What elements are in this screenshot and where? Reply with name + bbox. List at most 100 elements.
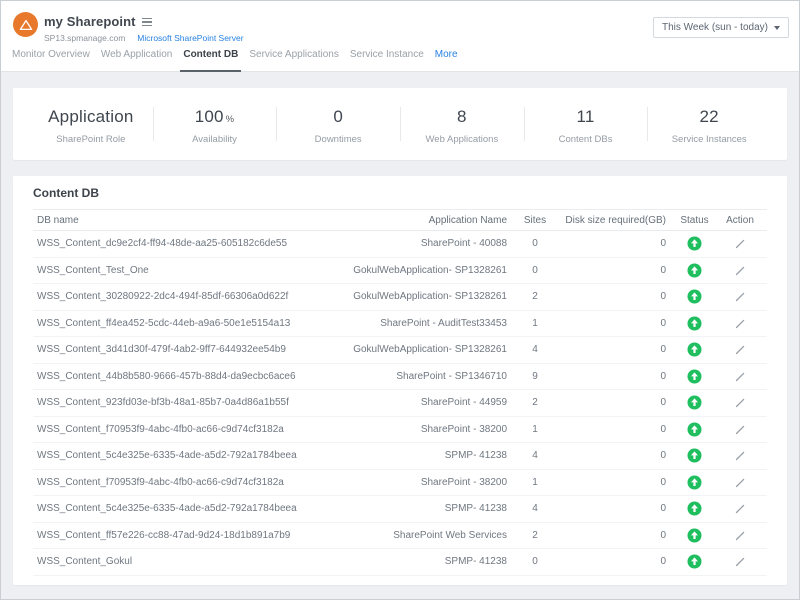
column-header-application-name: Application Name [344, 215, 507, 226]
table-row: WSS_Content_30280922-2dc4-494f-85df-6630… [33, 284, 767, 311]
time-range-select[interactable]: This Week (sun - today) [653, 17, 789, 38]
status-up-icon [666, 395, 723, 410]
stat-value: 0 [276, 107, 400, 127]
edit-action-button[interactable] [723, 555, 757, 568]
edit-action-button[interactable] [723, 290, 757, 303]
stats-summary: ApplicationSharePoint Role100%Availabili… [13, 88, 787, 160]
table-row: WSS_Content_f70953f9-4abc-4fb0-ac66-c9d7… [33, 417, 767, 444]
db-name: WSS_Content_f70953f9-4abc-4fb0-ac66-c9d7… [33, 424, 344, 435]
disk-size: 0 [563, 477, 666, 488]
table-row: WSS_Content_5c4e325e-6335-4ade-a5d2-792a… [33, 496, 767, 523]
tab-content-db[interactable]: Content DB [180, 49, 241, 72]
disk-size: 0 [563, 450, 666, 461]
edit-action-button[interactable] [723, 317, 757, 330]
status-up-icon [666, 263, 723, 278]
edit-action-button[interactable] [723, 423, 757, 436]
stat-content-dbs: 11 Content DBs [524, 104, 648, 145]
tab-service-applications[interactable]: Service Applications [246, 49, 342, 72]
sites-count: 0 [507, 238, 563, 249]
sites-count: 2 [507, 530, 563, 541]
db-name: WSS_Content_ff57e226-cc88-47ad-9d24-18d1… [33, 530, 344, 541]
stat-service-instances: 22Service Instances [647, 104, 771, 145]
stat-label: Service Instances [647, 134, 771, 145]
application-name: SPMP- 41238 [344, 450, 507, 461]
stat-value: 11 [524, 107, 648, 127]
disk-size: 0 [563, 344, 666, 355]
application-name: SharePoint Web Services [344, 530, 507, 541]
disk-size: 0 [563, 397, 666, 408]
chevron-down-icon [774, 26, 780, 30]
stat-label: Content DBs [524, 134, 648, 145]
application-name: SharePoint - 38200 [344, 477, 507, 488]
page-title: my Sharepoint [44, 14, 136, 29]
table-row: WSS_Content_Test_OneGokulWebApplication-… [33, 258, 767, 285]
db-name: WSS_Content_dc9e2cf4-ff94-48de-aa25-6051… [33, 238, 344, 249]
edit-action-button[interactable] [723, 343, 757, 356]
sites-count: 4 [507, 344, 563, 355]
edit-action-button[interactable] [723, 237, 757, 250]
stat-suffix: % [226, 114, 235, 125]
db-name: WSS_Content_5c4e325e-6335-4ade-a5d2-792a… [33, 450, 344, 461]
edit-action-button[interactable] [723, 529, 757, 542]
menu-icon[interactable] [142, 18, 152, 27]
table-row: WSS_Content_f70953f9-4abc-4fb0-ac66-c9d7… [33, 470, 767, 497]
table-row: WSS_Content_5c4e325e-6335-4ade-a5d2-792a… [33, 443, 767, 470]
table-row: WSS_Content_ff4ea452-5cdc-44eb-a9a6-50e1… [33, 311, 767, 338]
monitor-type-icon [13, 12, 38, 37]
sites-count: 4 [507, 450, 563, 461]
edit-action-button[interactable] [723, 396, 757, 409]
stat-downtimes: 0 Downtimes [276, 104, 400, 145]
sites-count: 9 [507, 371, 563, 382]
sites-count: 0 [507, 556, 563, 567]
edit-action-button[interactable] [723, 449, 757, 462]
edit-action-button[interactable] [723, 476, 757, 489]
db-name: WSS_Content_5c4e325e-6335-4ade-a5d2-792a… [33, 503, 344, 514]
stat-label: Downtimes [276, 134, 400, 145]
tab-monitor-overview[interactable]: Monitor Overview [9, 49, 93, 72]
application-name: SharePoint - 44959 [344, 397, 507, 408]
disk-size: 0 [563, 238, 666, 249]
sites-count: 1 [507, 424, 563, 435]
status-up-icon [666, 475, 723, 490]
disk-size: 0 [563, 424, 666, 435]
table-row: WSS_Content_ff57e226-cc88-47ad-9d24-18d1… [33, 523, 767, 550]
server-type-link[interactable]: Microsoft SharePoint Server [137, 33, 243, 43]
status-up-icon [666, 554, 723, 569]
host-name: SP13.spmanage.com [44, 33, 125, 43]
edit-action-button[interactable] [723, 370, 757, 383]
tab-service-instance[interactable]: Service Instance [347, 49, 427, 72]
column-header-disk-size-required-gb-: Disk size required(GB) [563, 215, 666, 226]
db-name: WSS_Content_ff4ea452-5cdc-44eb-a9a6-50e1… [33, 318, 344, 329]
db-name: WSS_Content_f70953f9-4abc-4fb0-ac66-c9d7… [33, 477, 344, 488]
status-up-icon [666, 342, 723, 357]
table-row: WSS_Content_923fd03e-bf3b-48a1-85b7-0a4d… [33, 390, 767, 417]
tab-more[interactable]: More [432, 49, 461, 72]
table-row: WSS_Content_GokulSPMP- 4123800 [33, 549, 767, 576]
table-row: WSS_Content_3d41d30f-479f-4ab2-9ff7-6449… [33, 337, 767, 364]
stat-value: 100% [153, 107, 277, 127]
edit-action-button[interactable] [723, 502, 757, 515]
status-up-icon [666, 422, 723, 437]
status-up-icon [666, 316, 723, 331]
status-up-icon [666, 528, 723, 543]
sites-count: 1 [507, 318, 563, 329]
application-name: GokulWebApplication- SP1328261 [344, 291, 507, 302]
sites-count: 2 [507, 291, 563, 302]
column-header-status: Status [666, 215, 723, 226]
status-up-icon [666, 369, 723, 384]
db-name: WSS_Content_30280922-2dc4-494f-85df-6630… [33, 291, 344, 302]
application-name: GokulWebApplication- SP1328261 [344, 344, 507, 355]
app-header: my Sharepoint SP13.spmanage.com Microsof… [1, 1, 799, 72]
status-up-icon [666, 448, 723, 463]
edit-action-button[interactable] [723, 264, 757, 277]
application-name: GokulWebApplication- SP1328261 [344, 265, 507, 276]
application-name: SharePoint - AuditTest33453 [344, 318, 507, 329]
db-name: WSS_Content_3d41d30f-479f-4ab2-9ff7-6449… [33, 344, 344, 355]
table-title: Content DB [13, 176, 787, 209]
application-name: SPMP- 41238 [344, 503, 507, 514]
application-name: SharePoint - 40088 [344, 238, 507, 249]
db-name: WSS_Content_Gokul [33, 556, 344, 567]
tab-web-application[interactable]: Web Application [98, 49, 176, 72]
disk-size: 0 [563, 371, 666, 382]
application-name: SharePoint - SP1346710 [344, 371, 507, 382]
